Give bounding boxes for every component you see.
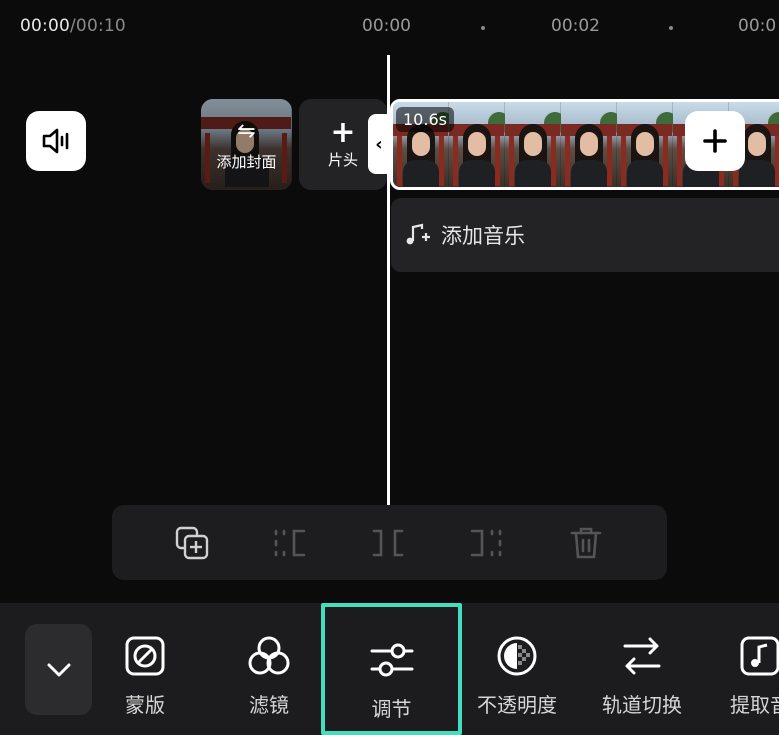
tool-label: 调节 <box>371 697 412 721</box>
clip-frame <box>561 102 622 187</box>
add-music-track[interactable]: 添加音乐 <box>391 198 779 272</box>
tool-filter[interactable]: 滤镜 <box>232 603 306 735</box>
bottom-toolbar: 蒙版 滤镜 调节 不透明度 轨道切换 提取 <box>0 603 779 735</box>
delete-icon[interactable] <box>568 525 604 561</box>
tool-label: 不透明度 <box>477 693 557 717</box>
tool-label: 滤镜 <box>249 693 289 717</box>
mute-audio-button[interactable] <box>26 111 86 171</box>
tool-track-switch[interactable]: 轨道切换 <box>594 603 690 735</box>
clip-duration-badge: 10.6s <box>396 107 454 132</box>
tool-mask[interactable]: 蒙版 <box>108 603 182 735</box>
extract-audio-icon <box>737 633 779 679</box>
playback-time: 00:00/00:10 <box>20 16 126 36</box>
music-note-add-icon <box>406 223 430 245</box>
chevron-down-icon <box>47 663 70 676</box>
split-left-icon[interactable] <box>272 525 308 561</box>
adjust-icon <box>369 637 415 683</box>
clip-frame <box>617 102 678 187</box>
clip-frame <box>505 102 566 187</box>
collapse-button[interactable] <box>25 624 92 715</box>
opacity-icon <box>494 633 540 679</box>
time-ruler: 00:00/00:10 00:00 00:02 00:0 <box>0 14 779 40</box>
current-time: 00:00 <box>20 16 70 36</box>
add-cover-button[interactable]: ⇋ 添加封面 <box>201 99 292 190</box>
ruler-tick: 00:00 <box>362 16 411 36</box>
clip-frame <box>449 102 510 187</box>
tool-opacity[interactable]: 不透明度 <box>470 603 564 735</box>
ruler-tick: 00:0 <box>738 16 777 36</box>
add-cover-label: 添加封面 <box>216 153 277 171</box>
copy-add-icon[interactable] <box>174 525 210 561</box>
ruler-dot <box>669 26 673 30</box>
clip-action-bar <box>112 505 667 580</box>
split-right-icon[interactable] <box>468 525 504 561</box>
filter-icon <box>246 633 292 679</box>
add-music-label: 添加音乐 <box>441 224 525 248</box>
playhead[interactable] <box>387 55 390 505</box>
tool-adjust[interactable]: 调节 <box>321 603 462 735</box>
ruler-tick: 00:02 <box>551 16 600 36</box>
split-icon[interactable] <box>370 525 406 561</box>
mask-icon <box>122 633 168 679</box>
tool-label: 蒙版 <box>125 693 165 717</box>
add-clip-button[interactable] <box>685 111 745 171</box>
tool-label: 轨道切换 <box>602 693 682 717</box>
tool-label: 提取音 <box>730 693 779 717</box>
ruler-dot <box>481 26 485 30</box>
swap-icon: ⇋ <box>237 119 256 144</box>
total-time: /00:10 <box>70 16 126 36</box>
track-switch-icon <box>619 633 665 679</box>
plus-icon <box>703 129 727 153</box>
tool-extract-audio[interactable]: 提取音 <box>720 603 779 735</box>
speaker-icon <box>42 128 69 154</box>
